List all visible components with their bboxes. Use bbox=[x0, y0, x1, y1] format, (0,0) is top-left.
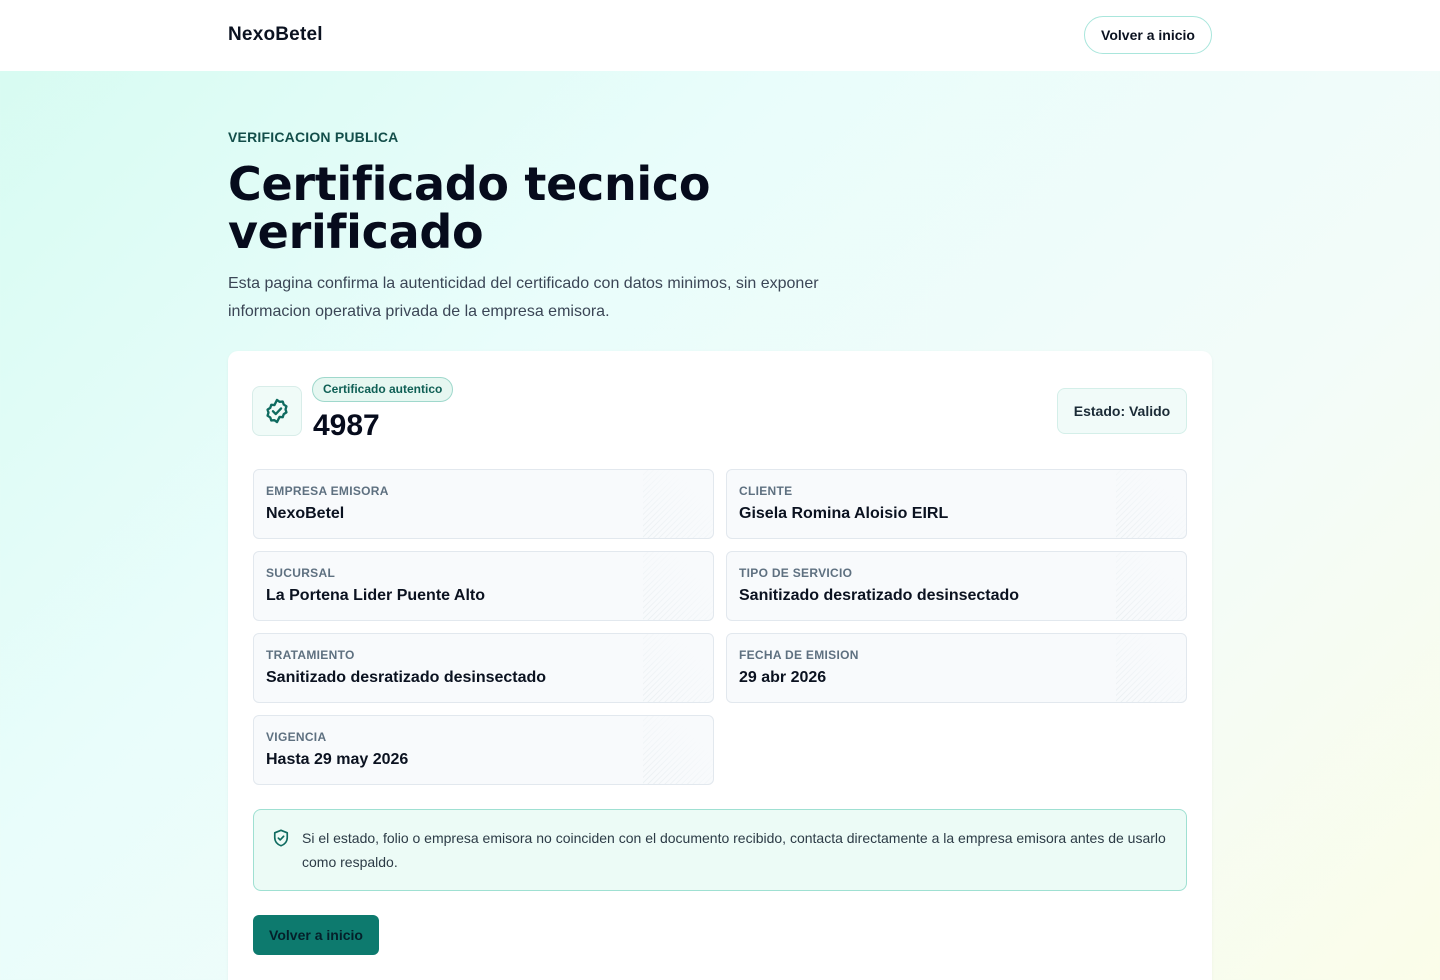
field-value: Gisela Romina Aloisio EIRL bbox=[739, 505, 949, 522]
badge-check-icon bbox=[252, 386, 302, 436]
field-value: Sanitizado desratizado desinsectado bbox=[266, 669, 547, 686]
field-value: 29 abr 2026 bbox=[739, 669, 827, 686]
header-back-home-button[interactable]: Volver a inicio bbox=[1084, 16, 1212, 54]
field-label: CLIENTE bbox=[739, 484, 793, 498]
field-value: NexoBetel bbox=[266, 505, 345, 522]
field-empresa-emisora: EMPRESA EMISORA NexoBetel bbox=[253, 469, 714, 539]
brand-logo[interactable]: NexoBetel bbox=[228, 24, 323, 46]
status-badge: Estado: Valido bbox=[1057, 388, 1187, 434]
section-eyebrow: VERIFICACION PUBLICA bbox=[228, 129, 399, 145]
back-home-button[interactable]: Volver a inicio bbox=[253, 915, 379, 955]
field-cliente: CLIENTE Gisela Romina Aloisio EIRL bbox=[726, 469, 1187, 539]
notice-text: Si el estado, folio o empresa emisora no… bbox=[302, 830, 1166, 870]
field-fecha-de-emision: FECHA DE EMISION 29 abr 2026 bbox=[726, 633, 1187, 703]
field-vigencia: VIGENCIA Hasta 29 may 2026 bbox=[253, 715, 714, 785]
field-label: TRATAMIENTO bbox=[266, 648, 355, 662]
field-label: EMPRESA EMISORA bbox=[266, 484, 389, 498]
field-label: FECHA DE EMISION bbox=[739, 648, 859, 662]
page-title: Certificado tecnico verificado bbox=[228, 157, 711, 259]
verification-notice: Si el estado, folio o empresa emisora no… bbox=[253, 809, 1187, 891]
field-value: La Portena Lider Puente Alto bbox=[266, 587, 485, 604]
field-label: SUCURSAL bbox=[266, 566, 336, 580]
shield-check-icon bbox=[271, 828, 291, 853]
page-description: Esta pagina confirma la autenticidad del… bbox=[228, 275, 819, 320]
field-sucursal: SUCURSAL La Portena Lider Puente Alto bbox=[253, 551, 714, 621]
field-label: VIGENCIA bbox=[266, 730, 327, 744]
field-tratamiento: TRATAMIENTO Sanitizado desratizado desin… bbox=[253, 633, 714, 703]
field-label: TIPO DE SERVICIO bbox=[739, 566, 853, 580]
field-value: Sanitizado desratizado desinsectado bbox=[739, 587, 1020, 604]
certificate-folio: 4987 bbox=[313, 409, 380, 442]
certificate-card: Certificado autentico 4987 Estado: Valid… bbox=[228, 351, 1212, 980]
field-tipo-de-servicio: TIPO DE SERVICIO Sanitizado desratizado … bbox=[726, 551, 1187, 621]
authentic-badge: Certificado autentico bbox=[312, 377, 454, 402]
field-value: Hasta 29 may 2026 bbox=[266, 751, 409, 768]
top-bar: NexoBetel Volver a inicio bbox=[0, 0, 1440, 71]
